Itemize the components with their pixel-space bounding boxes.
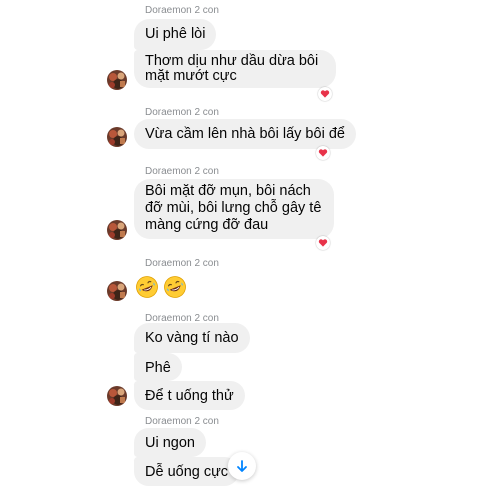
message-bubble[interactable]: Thơm dịu như dầu dừa bôi mặt mướt cực <box>134 50 336 88</box>
laughing-emoji-icon[interactable] <box>132 272 162 302</box>
sender-name: Doraemon 2 con <box>145 258 219 269</box>
sender-name: Doraemon 2 con <box>145 166 219 177</box>
message-bubble[interactable]: Để t uống thử <box>134 381 245 410</box>
chat-thread: Doraemon 2 con Ui phê lòi Thơm dịu như d… <box>0 0 480 486</box>
avatar[interactable] <box>107 127 127 147</box>
heart-reaction-icon[interactable] <box>318 87 332 101</box>
sender-name: Doraemon 2 con <box>145 5 219 16</box>
avatar[interactable] <box>107 70 127 90</box>
message-bubble[interactable]: Phê <box>134 353 182 381</box>
message-bubble[interactable]: Ko vàng tí nào <box>134 323 250 353</box>
avatar[interactable] <box>107 220 127 240</box>
sender-name: Doraemon 2 con <box>145 107 219 118</box>
message-bubble[interactable]: Ui ngon <box>134 428 206 457</box>
message-bubble[interactable]: Dễ uống cực <box>134 457 240 486</box>
scroll-to-bottom-button[interactable] <box>228 452 256 480</box>
laughing-emoji-icon[interactable] <box>160 272 190 302</box>
arrow-down-icon <box>237 460 247 472</box>
sender-name: Doraemon 2 con <box>145 416 219 427</box>
message-bubble[interactable]: Bôi mặt đỡ mụn, bôi nách đỡ mùi, bôi lưn… <box>134 179 334 239</box>
heart-reaction-icon[interactable] <box>316 236 330 250</box>
avatar[interactable] <box>107 386 127 406</box>
avatar[interactable] <box>107 281 127 301</box>
heart-reaction-icon[interactable] <box>316 146 330 160</box>
message-bubble[interactable]: Ui phê lòi <box>134 19 217 50</box>
message-bubble[interactable]: Vừa cầm lên nhà bôi lấy bôi để <box>134 119 356 149</box>
